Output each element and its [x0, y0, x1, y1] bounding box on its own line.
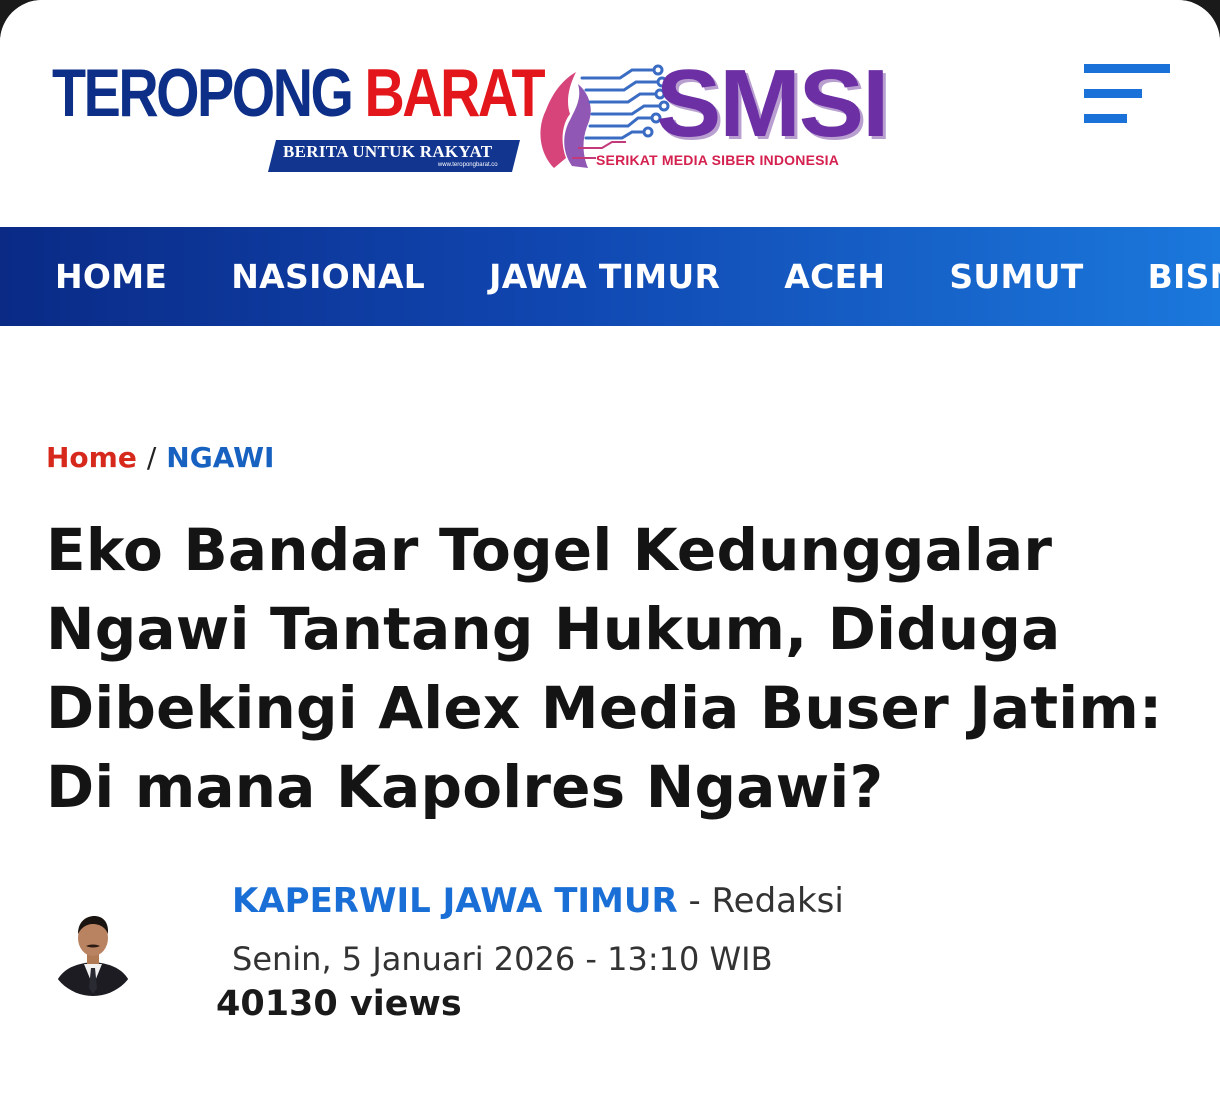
smsi-wordmark: SMSI	[656, 50, 889, 157]
breadcrumb-home-link[interactable]: Home	[46, 441, 137, 474]
logo-url: www.teropongbarat.co	[437, 162, 498, 168]
author-avatar[interactable]	[48, 906, 138, 996]
nav-item-sumut[interactable]: SUMUT	[949, 257, 1083, 297]
menu-bar-middle	[1084, 89, 1142, 98]
smsi-logo[interactable]: SMSI SERIKAT MEDIA SIBER INDONESIA	[532, 52, 892, 182]
hamburger-menu-icon[interactable]	[1084, 64, 1170, 126]
site-header: TEROPONG BARAT BERITA UNTUK RAKYAT www.t…	[0, 0, 1220, 228]
article-date: Senin, 5 Januari 2026 - 13:10 WIB	[232, 940, 773, 978]
author-role: - Redaksi	[677, 881, 844, 921]
menu-bar-bottom	[1084, 114, 1127, 123]
logo-tagline-badge: BERITA UNTUK RAKYAT www.teropongbarat.co	[268, 140, 520, 172]
author-name-link[interactable]: KAPERWIL JAWA TIMUR	[232, 881, 678, 921]
main-nav: HOME NASIONAL JAWA TIMUR ACEH SUMUT BISN…	[0, 227, 1220, 326]
article-title: Eko Bandar Togel Kedunggalar Ngawi Tanta…	[46, 516, 1163, 821]
site-logo[interactable]: TEROPONG BARAT BERITA UNTUK RAKYAT www.t…	[52, 52, 546, 177]
article-byline: KAPERWIL JAWA TIMUR - Redaksi	[232, 878, 844, 924]
breadcrumb-separator: /	[146, 441, 157, 474]
logo-word-teropong: TEROPONG	[52, 55, 354, 131]
menu-bar-top	[1084, 64, 1170, 73]
site-logo-text: TEROPONG BARAT	[52, 52, 546, 134]
nav-item-bisnis[interactable]: BISNIS	[1148, 257, 1220, 297]
article-view-count: 40130 views	[216, 984, 462, 1024]
logo-tagline: BERITA UNTUK RAKYAT	[282, 142, 493, 161]
nav-item-jawa-timur[interactable]: JAWA TIMUR	[489, 257, 720, 297]
breadcrumb: Home / NGAWI	[46, 438, 274, 478]
logo-word-barat: BARAT	[364, 55, 545, 131]
nav-item-home[interactable]: HOME	[55, 257, 167, 297]
main-nav-items: HOME NASIONAL JAWA TIMUR ACEH SUMUT BISN…	[55, 227, 1220, 326]
article-page: TEROPONG BARAT BERITA UNTUK RAKYAT www.t…	[0, 0, 1220, 1118]
nav-item-nasional[interactable]: NASIONAL	[231, 257, 425, 297]
author-photo-icon	[48, 906, 138, 996]
smsi-subtitle: SERIKAT MEDIA SIBER INDONESIA	[596, 152, 840, 168]
nav-item-aceh[interactable]: ACEH	[784, 257, 885, 297]
breadcrumb-category-link[interactable]: NGAWI	[166, 441, 274, 474]
